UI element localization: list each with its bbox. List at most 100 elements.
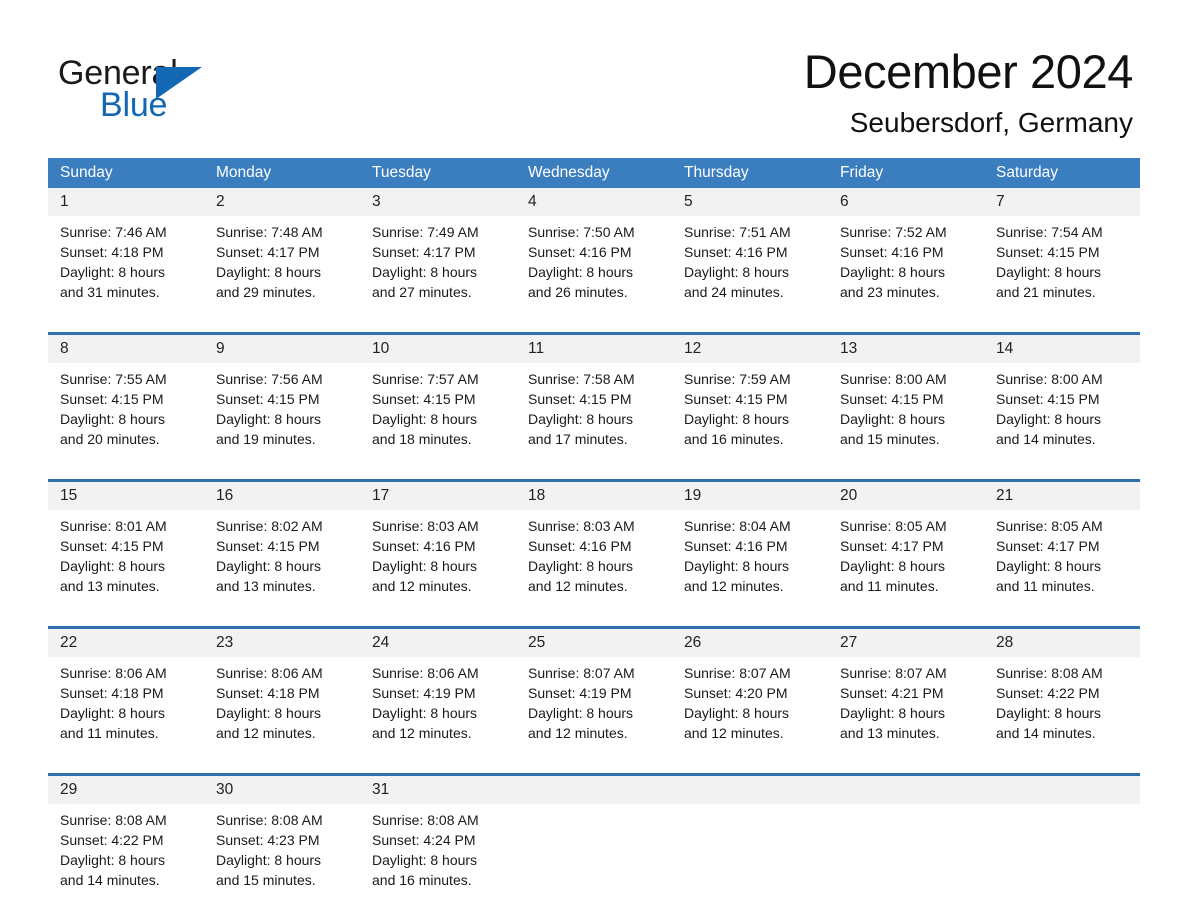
daylight-text-line2: and 12 minutes.	[372, 578, 472, 594]
day-number[interactable]: 31	[360, 776, 516, 804]
general-blue-logo[interactable]: General Blue	[58, 54, 318, 124]
day-number[interactable]: 30	[204, 776, 360, 804]
day-number[interactable]: 10	[360, 335, 516, 363]
daylight-text-line2: and 12 minutes.	[684, 578, 784, 594]
sunset-text: Sunset: 4:18 PM	[60, 244, 164, 260]
daylight-text-line2: and 11 minutes.	[60, 725, 159, 741]
weekday-header-thursday: Thursday	[684, 164, 749, 181]
day-number[interactable]: 19	[672, 482, 828, 510]
day-number[interactable]: 3	[360, 188, 516, 216]
sunset-text: Sunset: 4:16 PM	[372, 538, 476, 554]
day-number[interactable]: 28	[984, 629, 1140, 657]
daylight-text-line2: and 24 minutes.	[684, 284, 784, 300]
sunrise-text: Sunrise: 7:46 AM	[60, 224, 167, 240]
sunrise-text: Sunrise: 7:54 AM	[996, 224, 1103, 240]
triangle-icon	[156, 67, 202, 99]
daylight-text-line2: and 13 minutes.	[60, 578, 160, 594]
daylight-text-line1: Daylight: 8 hours	[60, 264, 166, 280]
day-number[interactable]: 26	[672, 629, 828, 657]
page-header: General Blue December 2024 Seubersdorf, …	[0, 0, 1188, 138]
day-detail: Sunrise: 8:01 AM Sunset: 4:15 PM Daylight:…	[48, 516, 204, 596]
page-title: December 2024	[803, 45, 1134, 98]
sunset-text: Sunset: 4:15 PM	[60, 391, 164, 407]
daylight-text-line1: Daylight: 8 hours	[216, 264, 322, 280]
sunset-text: Sunset: 4:19 PM	[528, 685, 632, 701]
daylight-text-line1: Daylight: 8 hours	[60, 705, 166, 721]
sunrise-text: Sunrise: 7:56 AM	[216, 371, 323, 387]
day-number[interactable]: 8	[48, 335, 204, 363]
day-number[interactable]: 20	[828, 482, 984, 510]
day-number-band: 1234567	[48, 188, 1140, 216]
day-number[interactable]: 5	[672, 188, 828, 216]
daylight-text-line1: Daylight: 8 hours	[840, 411, 946, 427]
day-number[interactable]: 27	[828, 629, 984, 657]
day-detail: Sunrise: 8:08 AM Sunset: 4:24 PM Daylight:…	[360, 810, 516, 890]
week-spacer	[48, 600, 1140, 626]
daylight-text-line1: Daylight: 8 hours	[996, 264, 1102, 280]
calendar-week-row: 8 9 10 11 12 13 14 Sunrise: 7:55 AM Sunset: 4:15…	[48, 332, 1140, 453]
day-detail: Sunrise: 8:08 AM Sunset: 4:22 PM Daylight:…	[48, 810, 204, 890]
daylight-text-line2: and 16 minutes.	[372, 872, 472, 888]
daylight-text-line2: and 26 minutes.	[528, 284, 628, 300]
daylight-text-line1: Daylight: 8 hours	[840, 264, 946, 280]
day-number[interactable]: 11	[516, 335, 672, 363]
weekday-header-row: Sunday Monday Tuesday Wednesday Thursday…	[48, 158, 1140, 188]
day-number[interactable]: 1	[48, 188, 204, 216]
day-detail-band: Sunrise: 7:55 AM Sunset: 4:15 PM Daylight:…	[48, 363, 1140, 453]
day-number[interactable]: 7	[984, 188, 1140, 216]
day-number[interactable]: 21	[984, 482, 1140, 510]
day-number[interactable]: 23	[204, 629, 360, 657]
daylight-text-line2: and 13 minutes.	[216, 578, 316, 594]
day-number[interactable]: 24	[360, 629, 516, 657]
day-number[interactable]: 2	[204, 188, 360, 216]
sunrise-text: Sunrise: 7:55 AM	[60, 371, 167, 387]
day-number[interactable]: 4	[516, 188, 672, 216]
daylight-text-line1: Daylight: 8 hours	[528, 411, 634, 427]
daylight-text-line2: and 23 minutes.	[840, 284, 940, 300]
sunset-text: Sunset: 4:22 PM	[996, 685, 1100, 701]
sunrise-text: Sunrise: 7:50 AM	[528, 224, 635, 240]
day-detail: Sunrise: 7:57 AM Sunset: 4:15 PM Daylight:…	[360, 369, 516, 449]
sunset-text: Sunset: 4:17 PM	[996, 538, 1100, 554]
daylight-text-line1: Daylight: 8 hours	[996, 558, 1102, 574]
day-number[interactable]: 12	[672, 335, 828, 363]
daylight-text-line1: Daylight: 8 hours	[372, 705, 478, 721]
day-number-band: 22 23 24 25 26 27 28	[48, 629, 1140, 657]
day-number[interactable]: 18	[516, 482, 672, 510]
day-number[interactable]: 22	[48, 629, 204, 657]
day-number[interactable]: 6	[828, 188, 984, 216]
sunset-text: Sunset: 4:15 PM	[996, 244, 1100, 260]
daylight-text-line2: and 17 minutes.	[528, 431, 628, 447]
day-number[interactable]: 16	[204, 482, 360, 510]
daylight-text-line1: Daylight: 8 hours	[840, 558, 946, 574]
sunrise-text: Sunrise: 7:48 AM	[216, 224, 323, 240]
calendar-weeks: 1 2 3 4 5 6 7 Sunrise: 7:46 AM Sunset: 4:18 PM Da…	[48, 188, 1140, 894]
weekday-header-friday: Friday	[840, 164, 884, 181]
day-number[interactable]: 15	[48, 482, 204, 510]
daylight-text-line2: and 21 minutes.	[996, 284, 1096, 300]
day-number[interactable]: 25	[516, 629, 672, 657]
day-number[interactable]: 17	[360, 482, 516, 510]
day-number[interactable]: 13	[828, 335, 984, 363]
weekday-header-sunday: Sunday	[60, 164, 113, 181]
sunset-text: Sunset: 4:15 PM	[216, 391, 320, 407]
sunrise-text: Sunrise: 7:49 AM	[372, 224, 479, 240]
daylight-text-line1: Daylight: 8 hours	[216, 852, 322, 868]
day-number[interactable]: 14	[984, 335, 1140, 363]
day-detail: Sunrise: 8:06 AM Sunset: 4:19 PM Daylight:…	[360, 663, 516, 743]
week-spacer	[48, 306, 1140, 332]
sunrise-text: Sunrise: 8:08 AM	[372, 812, 479, 828]
day-cell-empty	[828, 776, 984, 804]
daylight-text-line2: and 14 minutes.	[996, 431, 1096, 447]
daylight-text-line2: and 12 minutes.	[216, 725, 316, 741]
daylight-text-line2: and 15 minutes.	[216, 872, 316, 888]
day-detail: Sunrise: 8:08 AM Sunset: 4:23 PM Daylight:…	[204, 810, 360, 890]
daylight-text-line1: Daylight: 8 hours	[996, 411, 1102, 427]
day-number[interactable]: 29	[48, 776, 204, 804]
sunrise-text: Sunrise: 8:03 AM	[372, 518, 479, 534]
sunset-text: Sunset: 4:17 PM	[840, 538, 944, 554]
sunrise-text: Sunrise: 8:01 AM	[60, 518, 167, 534]
day-detail: Sunrise: 7:48 AM Sunset: 4:17 PM Daylight:…	[204, 222, 360, 302]
sunrise-text: Sunrise: 8:08 AM	[996, 665, 1103, 681]
day-number[interactable]: 9	[204, 335, 360, 363]
